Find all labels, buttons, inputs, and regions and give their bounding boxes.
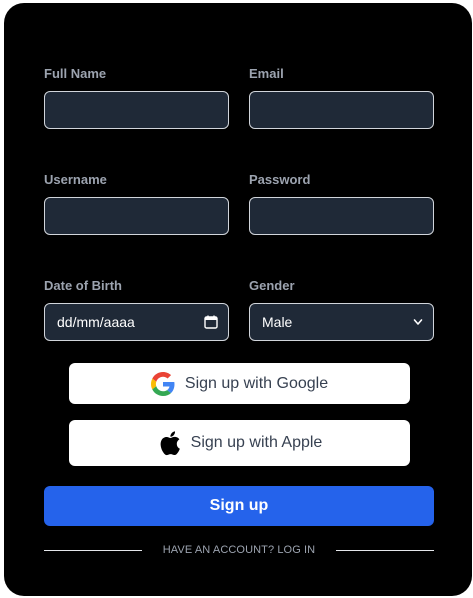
google-signup-button[interactable]: Sign up with Google <box>69 363 410 404</box>
full-name-label: Full Name <box>44 66 107 81</box>
signup-button[interactable]: Sign up <box>44 486 434 526</box>
dob-input[interactable]: dd/mm/aaaa <box>44 303 229 341</box>
dob-placeholder: dd/mm/aaaa <box>57 314 135 330</box>
gender-selected-value: Male <box>262 314 293 330</box>
apple-logo-icon <box>160 431 180 456</box>
dob-label: Date of Birth <box>44 278 122 293</box>
gender-label: Gender <box>249 278 295 293</box>
apple-signup-button[interactable]: Sign up with Apple <box>69 420 410 466</box>
signup-card: Full Name Email Username Password Date o… <box>4 3 472 596</box>
login-link[interactable]: HAVE AN ACCOUNT? LOG IN <box>149 544 329 556</box>
username-input[interactable] <box>44 197 229 235</box>
google-signup-label: Sign up with Google <box>184 374 329 392</box>
email-input[interactable] <box>249 91 434 129</box>
password-input[interactable] <box>249 197 434 235</box>
apple-signup-label: Sign up with Apple <box>190 434 323 451</box>
divider-right <box>336 550 434 551</box>
email-label: Email <box>249 66 284 81</box>
google-g-icon <box>150 371 175 396</box>
chevron-down-icon <box>413 319 423 325</box>
divider-left <box>44 550 142 551</box>
password-label: Password <box>249 172 311 187</box>
gender-select[interactable]: Male <box>249 303 434 341</box>
calendar-icon[interactable] <box>204 315 218 329</box>
full-name-input[interactable] <box>44 91 229 129</box>
username-label: Username <box>44 172 107 187</box>
